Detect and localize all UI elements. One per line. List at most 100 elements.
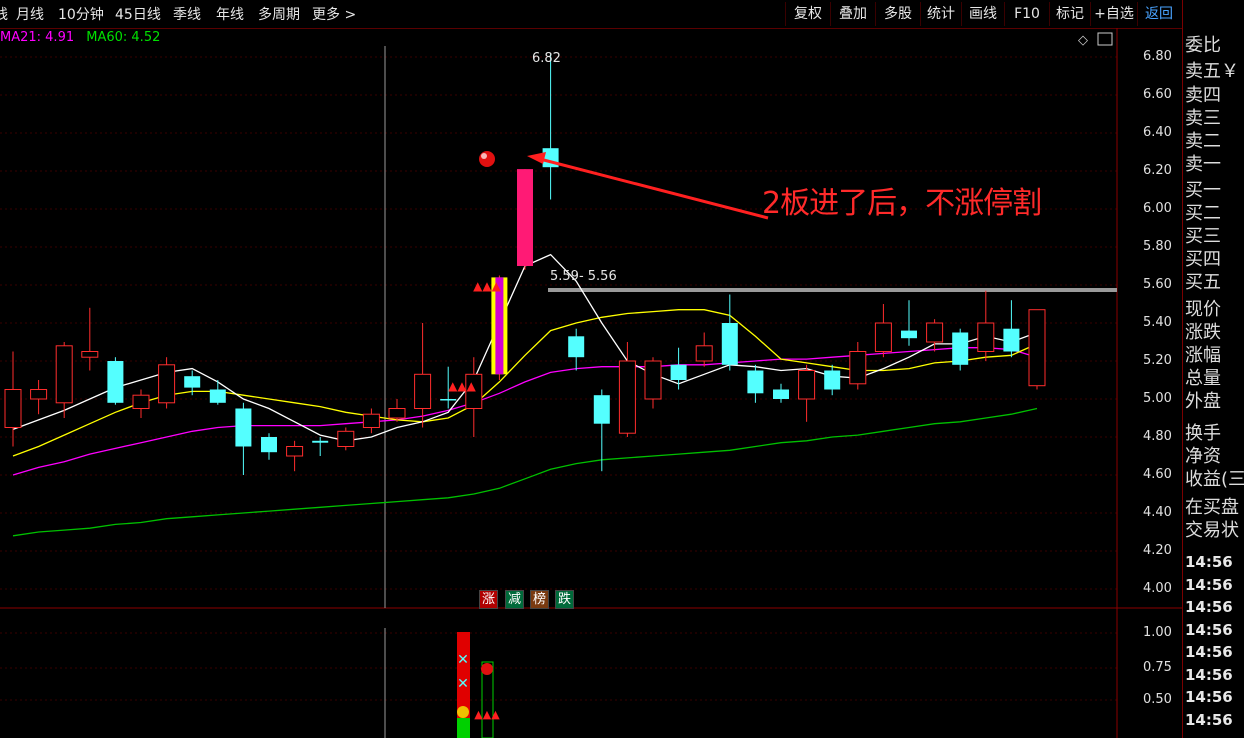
price-tick: 6.80 <box>1143 49 1172 64</box>
candle-body <box>747 370 764 394</box>
price-tick: 4.20 <box>1143 543 1172 558</box>
draw-line-button[interactable]: 画线 <box>961 2 1004 26</box>
fq-button[interactable]: 复权 <box>785 2 830 26</box>
candle-body <box>773 389 789 399</box>
candle <box>542 53 559 200</box>
candle <box>901 300 917 346</box>
candle-body <box>618 360 636 434</box>
candle-body <box>55 345 73 404</box>
up-arrows-icon: ▲▲▲ <box>473 279 501 293</box>
price-tick: 6.60 <box>1143 87 1172 102</box>
trade-time: 14:56 <box>1185 553 1233 571</box>
price-tick: 5.20 <box>1143 353 1172 368</box>
back-button[interactable]: 返回 <box>1137 2 1180 26</box>
badge-reduce[interactable]: 减 <box>505 590 524 609</box>
period-tab-10min[interactable]: 10分钟 <box>58 4 104 24</box>
window-toggle-icon <box>1097 32 1113 46</box>
candle <box>337 427 355 451</box>
candle <box>670 347 687 390</box>
candle <box>235 402 252 475</box>
candle-body <box>388 408 406 419</box>
candle-body <box>721 323 738 365</box>
candle-body <box>1003 328 1020 352</box>
candle-body <box>977 322 995 352</box>
candle <box>132 389 150 418</box>
candle-body <box>901 330 917 339</box>
period-tab-more[interactable]: 更多 > <box>312 4 356 24</box>
diamond-icon: ◇ <box>1078 33 1088 48</box>
arrow-head <box>527 152 546 164</box>
volume-bar-lower <box>457 718 470 738</box>
candle-body <box>568 336 585 358</box>
multi-stock-button[interactable]: 多股 <box>875 2 920 26</box>
trade-time: 14:56 <box>1185 598 1233 616</box>
kline-chart[interactable]: ✕ ✕ ▲▲▲ ▲▲▲ ▲▲▲ ◇ <box>0 28 1182 738</box>
trade-time: 14:56 <box>1185 575 1233 594</box>
candle <box>286 440 304 472</box>
overlay-button[interactable]: 叠加 <box>830 2 875 26</box>
period-tab-multi[interactable]: 多周期 <box>258 4 300 24</box>
candle <box>618 342 636 437</box>
price-tick: 4.00 <box>1143 581 1172 596</box>
candle-body <box>235 408 252 447</box>
candle <box>952 328 969 371</box>
candle <box>695 332 713 367</box>
candle <box>362 408 380 434</box>
volume-indicator: ✕ ✕ ▲▲▲ <box>457 632 500 738</box>
quote-label: 总量 <box>1185 368 1221 389</box>
quote-panel: 委比 卖五￥ 卖四 卖三 卖二 卖一 买一 买二 买三 买四 买五 现价 涨跌 涨幅 总量 外盘 换手 净资 收益(… <box>1182 0 1244 738</box>
candle-body <box>1028 309 1046 387</box>
price-tick: 5.00 <box>1143 391 1172 406</box>
quote-label: 买一 <box>1185 180 1221 201</box>
candle-body <box>4 389 22 428</box>
candle-body <box>593 395 610 424</box>
up-arrows-icon-lower: ▲▲▲ <box>474 708 500 721</box>
period-tab-45day[interactable]: 45日线 <box>115 4 161 24</box>
period-tab-quarter[interactable]: 季线 <box>173 4 201 24</box>
range-price-label: 5.59- 5.56 <box>550 269 617 284</box>
candle-body <box>517 169 533 266</box>
period-tab-month[interactable]: 月线 <box>16 4 44 24</box>
badge-rank[interactable]: 榜 <box>530 590 549 609</box>
f10-button[interactable]: F10 <box>1004 2 1049 26</box>
candle <box>1028 309 1046 390</box>
candle-body <box>81 351 99 358</box>
candle <box>977 290 995 361</box>
quote-label: 涨幅 <box>1185 345 1221 366</box>
candle <box>388 399 406 422</box>
badge-rise[interactable]: 涨 <box>479 590 498 609</box>
stats-button[interactable]: 统计 <box>920 2 961 26</box>
mark-button[interactable]: 标记 <box>1049 2 1090 26</box>
badge-fall[interactable]: 跌 <box>555 590 574 609</box>
volume-tick: 0.50 <box>1143 692 1172 707</box>
add-watchlist-button[interactable]: +自选 <box>1090 2 1137 26</box>
quote-label: 外盘 <box>1185 391 1221 412</box>
butterfly-icon-2: ✕ <box>457 676 469 692</box>
up-arrows-icon-2: ▲▲▲ <box>448 379 476 393</box>
trade-time: 14:56 <box>1185 710 1233 729</box>
trade-time: 14:56 <box>1185 665 1233 684</box>
volume-tick: 1.00 <box>1143 625 1172 640</box>
trade-time: 14:56 <box>1185 643 1233 661</box>
limit-ball-icon <box>479 151 495 167</box>
candle-body <box>261 437 277 453</box>
candle <box>1003 300 1020 358</box>
candle <box>517 169 533 270</box>
candle-body <box>849 351 867 385</box>
quote-label: 涨跌 <box>1185 322 1221 343</box>
period-tab-line[interactable]: 线 <box>0 4 8 24</box>
period-tab-year[interactable]: 年线 <box>216 4 244 24</box>
candle <box>644 357 662 409</box>
candles <box>4 53 1046 475</box>
quote-label: 交易状 <box>1185 520 1239 541</box>
quote-label: 卖四 <box>1185 85 1221 106</box>
price-tick: 5.40 <box>1143 315 1172 330</box>
quote-label: 现价 <box>1185 299 1221 320</box>
candle-body <box>30 389 48 400</box>
volume-tick: 0.75 <box>1143 660 1172 675</box>
candle <box>465 357 483 437</box>
candle-body <box>184 376 201 388</box>
quote-label: 卖三 <box>1185 108 1221 129</box>
candle <box>747 364 764 403</box>
price-tick: 4.40 <box>1143 505 1172 520</box>
